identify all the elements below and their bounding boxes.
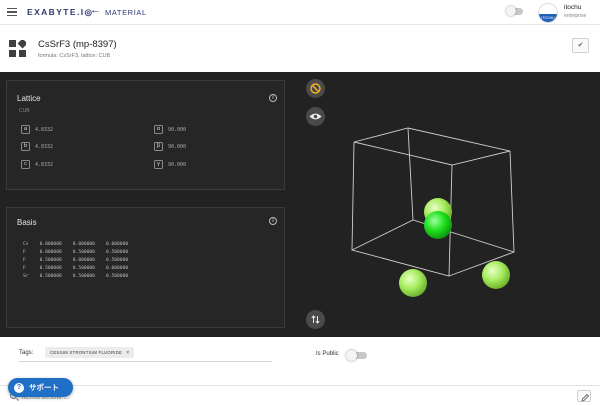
param-alpha-label: α (154, 125, 163, 134)
page-title[interactable]: CsSrF3 (mp-8397) (38, 39, 117, 50)
menu-icon[interactable] (7, 8, 17, 16)
search-bar: items below ... (0, 385, 600, 406)
fluorine-atom[interactable] (482, 261, 510, 289)
param-beta-value[interactable]: 90.000 (168, 144, 186, 150)
swap-vertical-icon (311, 315, 320, 324)
brand-logo[interactable]: EXABYTE.I◎ (27, 7, 93, 18)
remove-tag-icon[interactable]: × (126, 350, 129, 356)
swap-button[interactable] (306, 310, 325, 329)
theme-toggle[interactable] (506, 6, 523, 16)
basis-row[interactable]: F 0.500000 0.000000 0.500000 (23, 258, 128, 263)
app-root: EXABYTE.I◎ ← MATERIAL ITOCHU itochu ente… (0, 0, 600, 406)
visibility-button[interactable] (306, 107, 325, 126)
fluorine-atom[interactable] (399, 269, 427, 297)
is-public-label: Is Public (316, 351, 339, 357)
param-a-label: a (21, 125, 30, 134)
workspace: Lattice i CUB a 4.8332 b 4.8332 c 4.8332… (0, 72, 600, 337)
info-icon[interactable]: i (269, 217, 277, 225)
param-b-value[interactable]: 4.8332 (35, 144, 53, 150)
eye-icon (309, 113, 322, 120)
user-name[interactable]: itochu (564, 4, 581, 11)
pencil-icon (581, 393, 590, 402)
is-public-toggle[interactable] (346, 350, 367, 361)
basis-title: Basis (17, 218, 37, 227)
support-button[interactable]: ? サポート (8, 378, 73, 397)
basis-row[interactable]: Cs 0.000000 0.000000 0.000000 (23, 242, 128, 247)
edit-button[interactable] (577, 390, 591, 402)
param-b-label: b (21, 142, 30, 151)
check-icon[interactable]: ✔ (572, 38, 589, 53)
lattice-card: Lattice i CUB a 4.8332 b 4.8332 c 4.8332… (6, 80, 285, 190)
basis-row[interactable]: F 0.000000 0.500000 0.500000 (23, 250, 128, 255)
param-c-label: c (21, 160, 30, 169)
param-c-value[interactable]: 4.8332 (35, 162, 53, 168)
param-alpha-value[interactable]: 90.000 (168, 127, 186, 133)
user-org: enterprise (564, 13, 587, 19)
crystal-viewer[interactable] (340, 117, 530, 307)
tags-input-underline[interactable] (19, 361, 272, 362)
tag-chip[interactable]: CESIUM STRONTIUM FLUORIDE × (45, 347, 135, 358)
avatar[interactable]: ITOCHU (538, 3, 558, 23)
tag-chip-label: CESIUM STRONTIUM FLUORIDE (50, 350, 123, 355)
basis-row[interactable]: Sr 0.500000 0.500000 0.500000 (23, 274, 128, 279)
param-a-value[interactable]: 4.8332 (35, 127, 53, 133)
material-icon (9, 40, 26, 57)
cesium-atom[interactable] (424, 211, 452, 239)
help-icon: ? (14, 382, 24, 393)
bottom-panel: Tags: CESIUM STRONTIUM FLUORIDE × Is Publ… (0, 337, 600, 406)
hide-button[interactable] (306, 79, 325, 98)
tags-label: Tags: (19, 350, 34, 356)
basis-card: Basis i Cs 0.000000 0.000000 0.000000 F … (6, 207, 285, 328)
section-name: MATERIAL (105, 8, 147, 17)
info-icon[interactable]: i (269, 94, 277, 102)
support-label: サポート (29, 383, 59, 392)
param-gamma-value[interactable]: 90.000 (168, 162, 186, 168)
param-beta-label: β (154, 142, 163, 151)
back-arrow-icon[interactable]: ← (90, 5, 101, 16)
lattice-type: CUB (19, 108, 30, 114)
page-subtitle: formula: CsSrF3, lattice: CUB (38, 53, 111, 59)
lattice-title: Lattice (17, 94, 41, 103)
top-bar: EXABYTE.I◎ ← MATERIAL ITOCHU itochu ente… (0, 0, 600, 24)
forbid-icon (310, 83, 321, 94)
param-gamma-label: γ (154, 160, 163, 169)
basis-row[interactable]: F 0.500000 0.500000 0.000000 (23, 266, 128, 271)
material-header: CsSrF3 (mp-8397) formula: CsSrF3, lattic… (0, 24, 600, 72)
avatar-label: ITOCHU (539, 14, 557, 22)
